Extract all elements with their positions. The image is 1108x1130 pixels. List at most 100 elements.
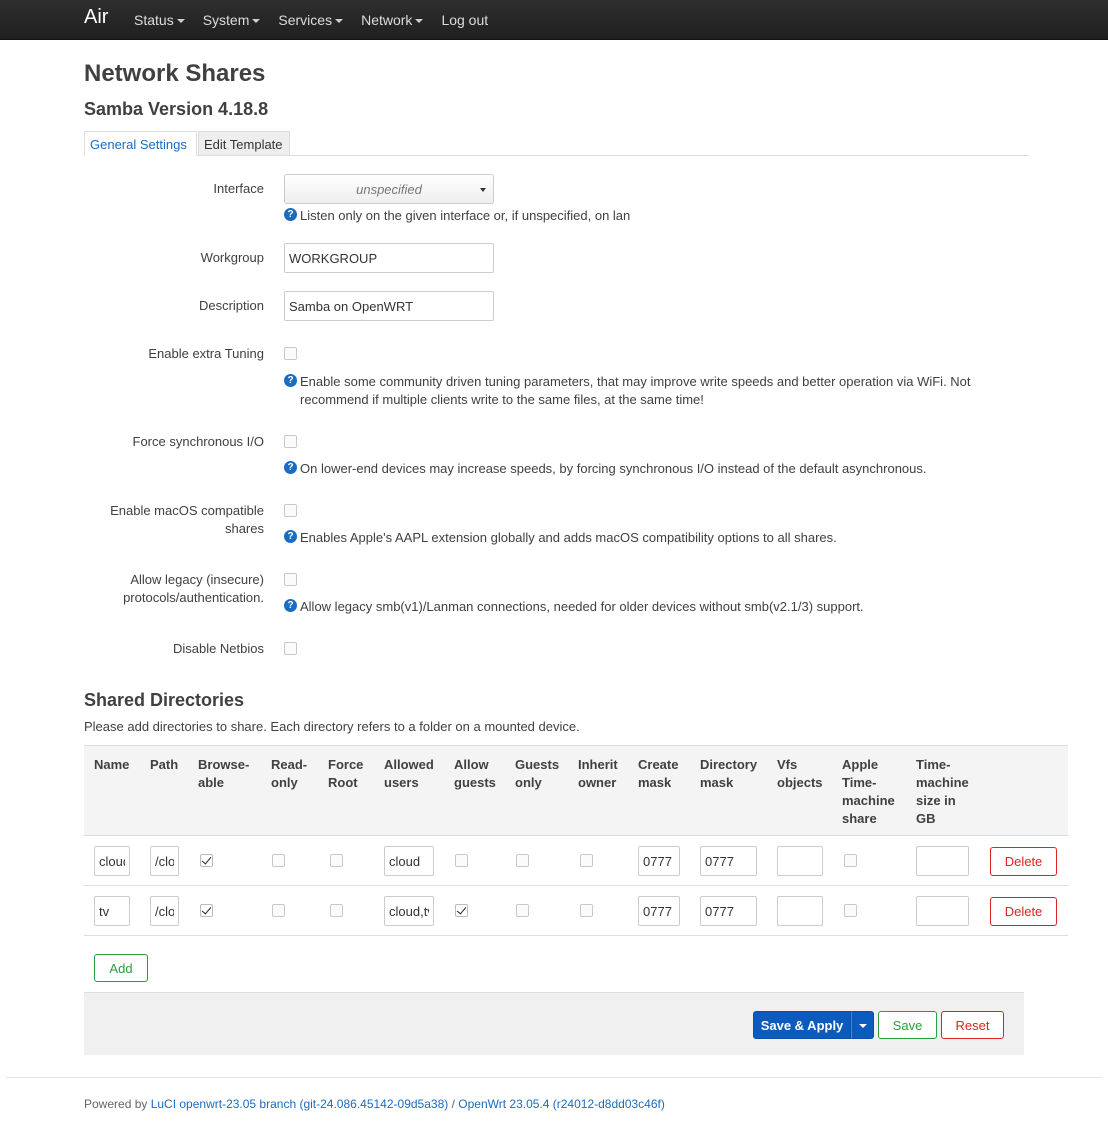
timemachine-checkbox[interactable] [844, 904, 857, 917]
vfs-objects-input[interactable] [777, 846, 823, 876]
col-apple-timemachine: Apple Time-machine share [842, 757, 895, 826]
col-allowed-users: Allowed users [384, 757, 434, 790]
timemachine-size-input[interactable] [916, 896, 969, 926]
caret-down-icon [335, 19, 344, 23]
nav-logout[interactable]: Log out [441, 0, 498, 40]
main-nav: Status System Services Network Log out [134, 0, 506, 40]
label-line: Allow legacy (insecure) [130, 572, 264, 587]
col-path: Path [150, 757, 179, 772]
help-icon: ? [284, 530, 297, 543]
read-only-checkbox[interactable] [272, 904, 285, 917]
save-apply-button[interactable]: Save & Apply [753, 1011, 851, 1039]
nav-services[interactable]: Services [278, 0, 353, 40]
tab-edit-template[interactable]: Edit Template [198, 131, 290, 156]
hint-text: Listen only on the given interface or, i… [300, 208, 631, 223]
add-share-button[interactable]: Add [94, 954, 148, 982]
label-line: Enable macOS compatible [110, 503, 264, 518]
workgroup-input[interactable] [284, 243, 494, 273]
tab-general-settings[interactable]: General Settings [84, 131, 197, 156]
macos-hint: ? Enables Apple's AAPL extension globall… [284, 529, 984, 547]
description-label: Description [198, 298, 264, 313]
footer-divider [6, 1077, 1102, 1078]
force-root-checkbox[interactable] [330, 854, 343, 867]
create-mask-input[interactable] [638, 846, 680, 876]
nav-network[interactable]: Network [361, 0, 433, 40]
col-timemachine-size: Time-machine size in GB [916, 757, 969, 826]
timemachine-size-input[interactable] [916, 846, 969, 876]
nav-status[interactable]: Status [134, 0, 195, 40]
help-icon: ? [284, 599, 297, 612]
hint-text: On lower-end devices may increase speeds… [300, 461, 927, 476]
col-force-root: Force Root [328, 757, 364, 790]
timemachine-checkbox[interactable] [844, 854, 857, 867]
col-browseable: Browse-able [198, 757, 250, 790]
share-path-input[interactable] [150, 846, 179, 876]
page-title: Network Shares [84, 60, 266, 87]
hint-text: Enables Apple's AAPL extension globally … [300, 530, 837, 545]
interface-select-value: unspecified [356, 182, 422, 197]
hint-text: Enable some community driven tuning para… [300, 374, 971, 389]
nav-label: Log out [441, 12, 489, 28]
directory-mask-input[interactable] [700, 896, 757, 926]
help-icon: ? [284, 374, 297, 387]
directory-mask-input[interactable] [700, 846, 757, 876]
label-line: protocols/authentication. [123, 590, 264, 605]
caret-down-icon [480, 188, 486, 192]
footer-separator: / [448, 1097, 459, 1111]
guests-only-checkbox[interactable] [516, 854, 529, 867]
macos-checkbox[interactable] [284, 504, 297, 517]
top-navbar: Air Status System Services Network Log o… [0, 0, 1108, 40]
brand-logo[interactable]: Air [84, 6, 108, 29]
legacy-hint: ? Allow legacy smb(v1)/Lanman connection… [284, 598, 984, 616]
vfs-objects-input[interactable] [777, 896, 823, 926]
col-create-mask: Create mask [638, 757, 679, 790]
col-read-only: Read-only [271, 757, 308, 790]
openwrt-link[interactable]: OpenWrt 23.05.4 (r24012-d8dd03c46f) [458, 1097, 665, 1111]
nav-label: System [202, 12, 250, 28]
section-description: Please add directories to share. Each di… [84, 719, 580, 734]
nav-system[interactable]: System [203, 0, 271, 40]
force-root-checkbox[interactable] [330, 904, 343, 917]
read-only-checkbox[interactable] [272, 854, 285, 867]
delete-button[interactable]: Delete [990, 847, 1057, 876]
page-subtitle: Samba Version 4.18.8 [84, 99, 269, 119]
macos-label: Enable macOS compatible shares [110, 502, 264, 538]
hint-text: Allow legacy smb(v1)/Lanman connections,… [300, 599, 864, 614]
interface-label: Interface [213, 181, 264, 196]
create-mask-input[interactable] [638, 896, 680, 926]
extra-tuning-hint: ? Enable some community driven tuning pa… [284, 373, 984, 409]
tab-bar: General Settings Edit Template [84, 131, 1029, 156]
inherit-owner-checkbox[interactable] [580, 854, 593, 867]
inherit-owner-checkbox[interactable] [580, 904, 593, 917]
legacy-checkbox[interactable] [284, 573, 297, 586]
reset-button[interactable]: Reset [941, 1011, 1004, 1039]
browseable-checkbox[interactable] [200, 854, 213, 867]
save-apply-dropdown-toggle[interactable] [851, 1011, 874, 1039]
table-row: Delete [84, 886, 1068, 936]
force-sync-checkbox[interactable] [284, 435, 297, 448]
browseable-checkbox[interactable] [200, 904, 213, 917]
allowed-users-input[interactable] [384, 896, 434, 926]
delete-button[interactable]: Delete [990, 897, 1057, 926]
col-name: Name [94, 757, 130, 772]
allow-guests-checkbox[interactable] [455, 904, 468, 917]
netbios-checkbox[interactable] [284, 642, 297, 655]
allow-guests-checkbox[interactable] [455, 854, 468, 867]
share-name-input[interactable] [94, 846, 130, 876]
nav-label: Services [278, 12, 333, 28]
save-button[interactable]: Save [878, 1011, 937, 1039]
col-allow-guests: Allow guests [454, 757, 496, 790]
label-line: shares [224, 521, 264, 536]
footer: Powered by LuCI openwrt-23.05 branch (gi… [84, 1097, 665, 1111]
share-path-input[interactable] [150, 896, 179, 926]
col-directory-mask: Directory mask [700, 757, 758, 790]
allowed-users-input[interactable] [384, 846, 434, 876]
help-icon: ? [284, 461, 297, 474]
guests-only-checkbox[interactable] [516, 904, 529, 917]
extra-tuning-checkbox[interactable] [284, 347, 297, 360]
interface-select[interactable]: unspecified [284, 174, 494, 204]
description-input[interactable] [284, 291, 494, 321]
workgroup-label: Workgroup [200, 250, 264, 265]
share-name-input[interactable] [94, 896, 130, 926]
luci-link[interactable]: LuCI openwrt-23.05 branch (git-24.086.45… [151, 1097, 449, 1111]
